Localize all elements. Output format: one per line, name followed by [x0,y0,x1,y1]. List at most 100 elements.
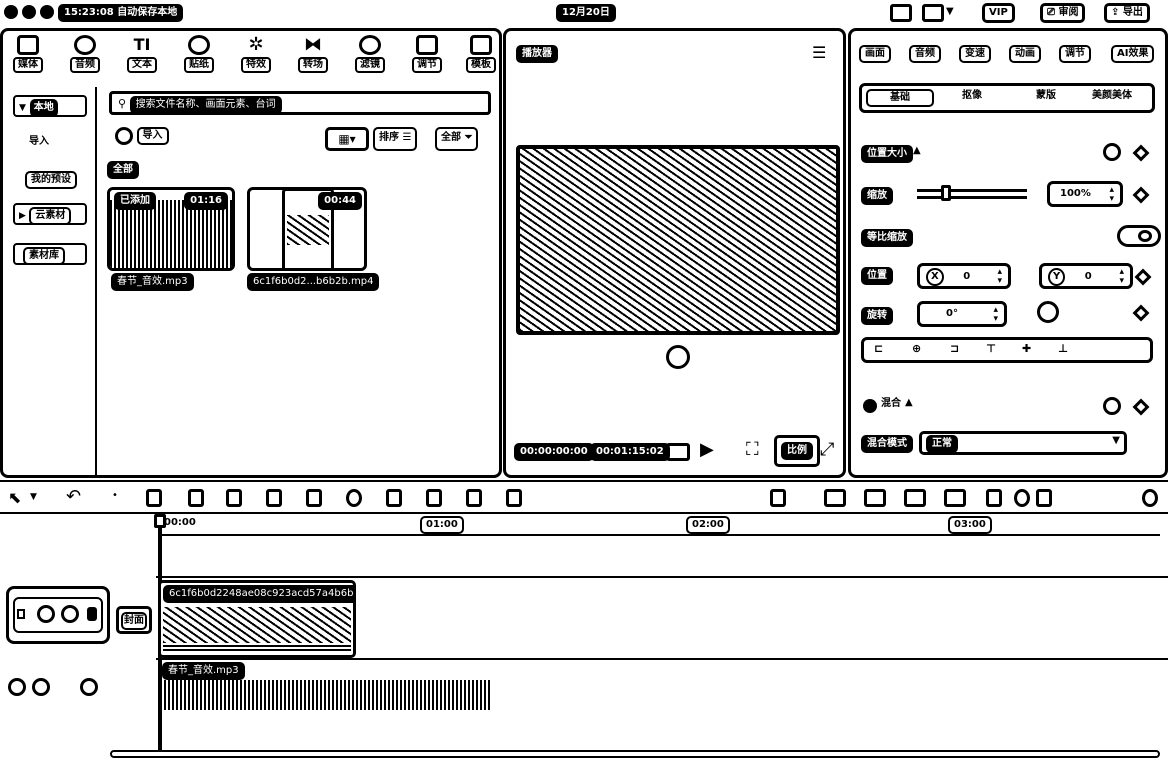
delete-icon[interactable] [266,489,282,507]
sidebar-item-library[interactable]: 素材库 [13,243,87,265]
settings-icon[interactable] [1142,489,1158,507]
align-right-icon[interactable]: ⊐ [950,342,959,355]
main-track-icon[interactable] [824,489,846,507]
subtab-beauty[interactable]: 美颜美体 [1088,89,1136,103]
scale-slider[interactable] [917,185,1027,201]
mute-icon[interactable] [87,607,97,621]
collapse-icon[interactable]: ▲ [913,145,921,156]
category-template[interactable]: 模板 [461,35,499,73]
category-filter[interactable]: 滤镜 [350,35,390,73]
position-y-input[interactable]: Y 0 ▴ ▾ [1039,263,1133,289]
keyframe-icon[interactable] [1132,398,1150,416]
reset-icon[interactable] [1103,143,1121,161]
tab-ai-effects[interactable]: AI效果 [1111,45,1155,63]
tab-animation[interactable]: 动画 [1009,45,1041,63]
image-edit-icon[interactable] [506,489,522,507]
reverse-icon[interactable] [346,489,362,507]
grid-icon[interactable] [666,443,690,461]
scale-slider-thumb[interactable] [941,185,951,201]
category-adjust[interactable]: 调节 [407,35,447,73]
lock-icon[interactable] [32,678,50,696]
category-audio[interactable]: 音频 [65,35,105,73]
play-icon[interactable]: ▶ [700,439,714,460]
keyframe-icon[interactable] [1132,144,1150,162]
chevron-down-icon[interactable]: ▼ [946,6,954,17]
blend-toggle-icon[interactable] [863,399,877,413]
uniform-scale-toggle[interactable] [1117,225,1161,247]
section-position-size[interactable]: 位置大小 [861,145,913,163]
scale-input[interactable]: 100% ▴ ▾ [1047,181,1123,207]
category-effects[interactable]: ✲ 特效 [236,35,276,73]
sidebar-item-import[interactable]: 导入 [25,135,53,149]
stepper-icon[interactable]: ▴ ▾ [1119,268,1124,286]
sidebar-item-cloud[interactable]: ▶ 云素材 [13,203,87,225]
split-icon[interactable] [146,489,162,507]
preview-axis-icon[interactable] [864,489,886,507]
snap-icon[interactable] [944,489,966,507]
crop-icon[interactable] [466,489,482,507]
timeline-scrollbar[interactable] [110,750,1160,758]
window-maximize-button[interactable] [40,5,54,19]
align-center-v-icon[interactable]: ✚ [1022,342,1031,355]
monitor-icon[interactable] [922,4,944,22]
search-input[interactable]: 搜索文件名称、画面元素、台词 [129,96,282,114]
lock-icon[interactable] [37,605,55,623]
rotate-dial-icon[interactable] [1037,301,1059,323]
section-blend[interactable]: 混合 [877,397,905,411]
align-top-icon[interactable]: ⊤ [986,342,996,355]
stepper-icon[interactable]: ▴ ▾ [993,306,998,324]
zoom-out-icon[interactable] [1014,489,1030,507]
review-button[interactable]: ⎚ 审阅 [1040,3,1086,23]
menu-icon[interactable]: ☰ [812,43,826,62]
split-right-icon[interactable] [226,489,242,507]
rotate-icon[interactable] [426,489,442,507]
tab-audio[interactable]: 音频 [909,45,941,63]
view-toggle-button[interactable]: ▦▾ [325,127,369,151]
search-box[interactable]: ⚲ 搜索文件名称、画面元素、台词 [109,91,491,115]
tab-adjust[interactable]: 调节 [1059,45,1091,63]
media-item-video[interactable]: 00:44 [247,187,367,271]
zoom-slider-icon[interactable] [1036,489,1052,507]
split-left-icon[interactable] [188,489,204,507]
subtab-keying[interactable]: 抠像 [958,89,986,103]
screen-icon[interactable] [986,489,1002,507]
video-clip[interactable]: 6c1f6b0d2248ae08c923acd57a4b6b2b [158,580,356,658]
sidebar-item-local[interactable]: ▼ 本地 [13,95,87,117]
blend-mode-select[interactable]: 正常 ▼ [919,431,1127,455]
sidebar-item-my-presets[interactable]: 我的预设 [25,171,77,189]
window-close-button[interactable] [4,5,18,19]
mute-icon[interactable] [80,678,98,696]
select-cursor-icon[interactable]: ⬉ [8,488,21,507]
window-minimize-button[interactable] [22,5,36,19]
sort-button[interactable]: 排序 ☰ [373,127,418,151]
align-bottom-icon[interactable]: ⊥ [1058,342,1068,355]
align-center-h-icon[interactable]: ⊕ [912,342,921,355]
audio-track-icon[interactable] [8,678,26,696]
undo-icon[interactable]: ↶ [66,486,81,507]
import-button[interactable]: 导入 [115,127,169,145]
keyframe-icon[interactable] [1132,186,1150,204]
rotation-input[interactable]: 0° ▴ ▾ [917,301,1007,327]
subtab-basic[interactable]: 基础 [866,89,934,107]
lock-icon[interactable] [666,345,690,369]
ratio-button[interactable]: 比例 [774,435,820,467]
category-sticker[interactable]: 贴纸 [179,35,219,73]
align-left-icon[interactable]: ⊏ [874,342,883,355]
subtab-mask[interactable]: 蒙版 [1032,89,1060,103]
audio-clip[interactable]: 春节_音效.mp3 [160,662,492,710]
freeze-icon[interactable] [306,489,322,507]
tab-picture[interactable]: 画面 [859,45,891,63]
microphone-icon[interactable] [770,489,786,507]
mirror-icon[interactable] [386,489,402,507]
eye-icon[interactable] [61,605,79,623]
export-button[interactable]: ⇪ 导出 [1104,3,1150,23]
category-transition[interactable]: ⧓ 转场 [293,35,333,73]
cover-button[interactable]: 封面 [116,606,152,634]
focus-icon[interactable]: ⛶ [746,439,759,460]
position-x-input[interactable]: X 0 ▴ ▾ [917,263,1011,289]
link-icon[interactable] [904,489,926,507]
category-media[interactable]: 媒体 [8,35,48,73]
keyframe-icon[interactable] [1134,268,1152,286]
fullscreen-icon[interactable]: ⤢ [820,439,834,460]
stepper-icon[interactable]: ▴ ▾ [997,268,1002,286]
